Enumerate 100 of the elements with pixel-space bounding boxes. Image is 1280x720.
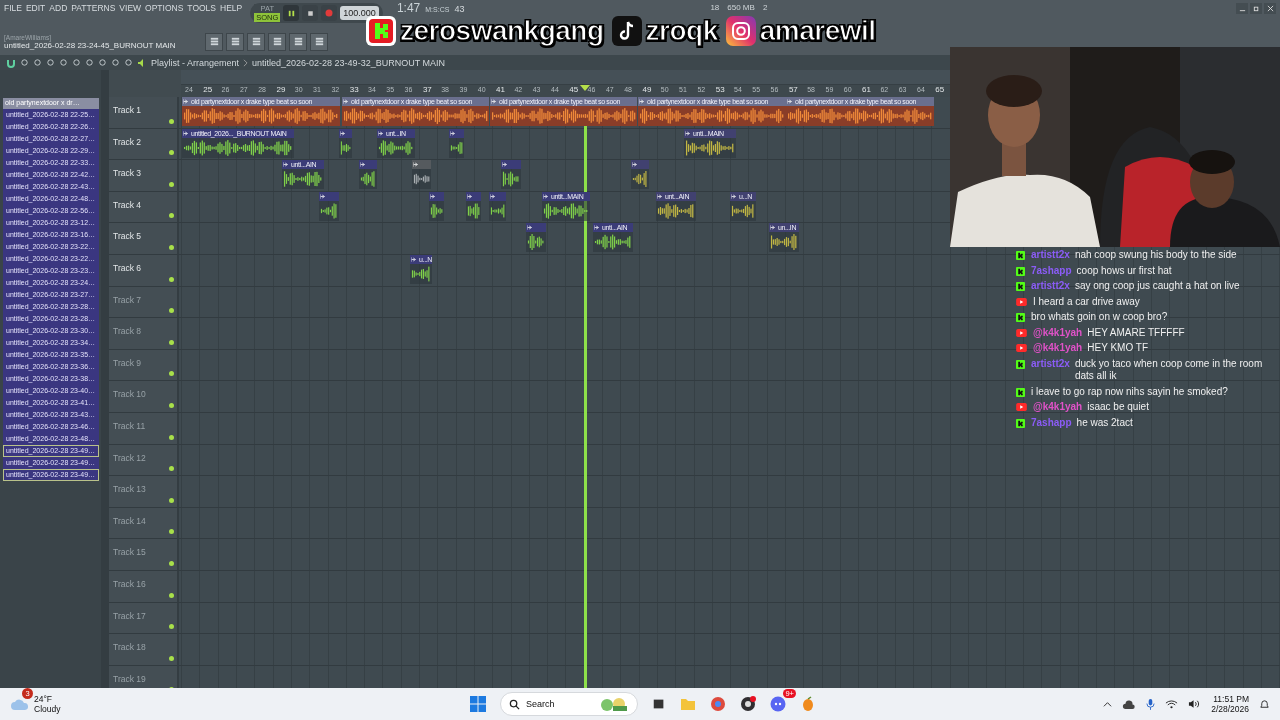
track-enable-light[interactable] (169, 276, 174, 282)
menu-item[interactable]: FILE (4, 3, 22, 13)
track-enable-light[interactable] (169, 150, 174, 156)
search-icon (509, 698, 520, 710)
audio-clip[interactable] (339, 128, 352, 158)
track-enable-light[interactable] (169, 308, 174, 314)
magnet-icon[interactable] (6, 57, 16, 68)
menu-item[interactable]: OPTIONS (145, 3, 184, 13)
restore-button[interactable] (1250, 3, 1262, 14)
scrollbar[interactable] (101, 70, 109, 688)
clip-arrow-icon (183, 99, 189, 104)
bar-number: 45 (569, 85, 579, 94)
audio-clip[interactable] (631, 160, 649, 190)
waveform-drawing (502, 171, 520, 188)
stop-button[interactable] (302, 5, 319, 21)
chevron-icon (243, 58, 249, 67)
menu-item[interactable]: EDIT (25, 3, 46, 13)
track-enable-light[interactable] (169, 371, 174, 377)
waveform-drawing (685, 139, 735, 156)
audio-clip[interactable] (449, 128, 464, 158)
close-icon (1266, 5, 1274, 12)
audio-clip[interactable] (429, 191, 444, 221)
menu-item[interactable]: PATTERNS (71, 3, 116, 13)
menu-item[interactable]: ADD (49, 3, 68, 13)
social-handle: zroqk (645, 15, 718, 47)
bell-icon[interactable] (1259, 698, 1270, 710)
project-title: untitled_2026-02-28 23-24-45_BURNOUT MAIN (4, 40, 177, 50)
track-enable-light[interactable] (169, 244, 174, 250)
toolbar-button[interactable] (268, 32, 286, 51)
toolbar-button[interactable] (226, 32, 244, 51)
audio-clip[interactable] (466, 191, 481, 221)
track-enable-light[interactable] (169, 339, 174, 345)
pause-button[interactable] (283, 5, 300, 21)
clock-time[interactable]: 11:51 PM (1213, 694, 1249, 704)
cloud-icon[interactable] (10, 697, 30, 711)
bar-number: 29 (276, 85, 286, 94)
browser-icon[interactable] (710, 696, 726, 712)
track-enable-light[interactable] (169, 434, 174, 440)
wifi-icon[interactable] (1165, 699, 1179, 709)
track-enable-light[interactable] (169, 624, 174, 630)
chevron-up-icon[interactable] (1103, 699, 1113, 709)
landscape-icon (599, 696, 629, 712)
windows-start-icon[interactable] (470, 696, 486, 712)
bars-icon (250, 36, 262, 47)
track-name[interactable]: Track 3 (113, 168, 142, 179)
track-enable-light[interactable] (169, 181, 174, 187)
toolbar-button[interactable] (289, 32, 307, 51)
track-enable-light[interactable] (169, 560, 174, 566)
menu-item[interactable]: TOOLS (187, 3, 217, 13)
track-enable-light[interactable] (169, 592, 174, 598)
time-centiseconds: 43 (454, 4, 465, 14)
audio-clip[interactable] (359, 160, 377, 190)
track-name[interactable]: Track 5 (113, 231, 142, 242)
track-enable-light[interactable] (169, 529, 174, 535)
search-field[interactable]: Search (500, 692, 638, 716)
audio-clip[interactable] (501, 160, 521, 190)
speaker-icon[interactable] (1188, 699, 1202, 709)
clip-arrow-icon (491, 99, 497, 104)
close-button[interactable] (1264, 3, 1276, 14)
tempo-field[interactable]: 100.000 (340, 6, 379, 20)
clock-date[interactable]: 2/28/2026 (1211, 704, 1249, 714)
minimize-button[interactable] (1236, 3, 1248, 14)
track-enable-light[interactable] (169, 466, 174, 472)
bar-number: 65 (935, 85, 945, 94)
toolbar-button[interactable] (205, 32, 223, 51)
track-enable-light[interactable] (169, 402, 174, 408)
menu-item[interactable]: HELP (220, 3, 243, 13)
toolbar-button[interactable] (247, 32, 265, 51)
track-enable-light[interactable] (169, 655, 174, 661)
message-text: nah coop swung his body to the side (1074, 249, 1238, 262)
track-name[interactable]: Track 4 (113, 199, 142, 210)
clip-arrow-icon (430, 193, 436, 199)
message-text: coop hows ur first hat (1076, 264, 1173, 277)
audio-clip[interactable] (319, 191, 339, 221)
cloud-icon[interactable] (1122, 698, 1137, 710)
toolbar-button[interactable] (310, 32, 328, 51)
task-view-icon[interactable] (652, 697, 666, 711)
clip-arrow-icon (787, 99, 793, 104)
clip-arrow-icon (731, 193, 737, 199)
audio-clip[interactable] (526, 223, 546, 253)
track-name[interactable]: Track 6 (113, 262, 142, 273)
audio-clip[interactable] (412, 160, 431, 190)
microphone-icon[interactable] (1146, 697, 1156, 711)
menu-item[interactable]: VIEW (119, 3, 142, 13)
track-enable-light[interactable] (169, 497, 174, 503)
track-enable-light[interactable] (169, 118, 174, 124)
kick-badge-icon (1016, 387, 1025, 397)
weather-condition: Cloudy (34, 704, 61, 714)
bar-number: 41 (496, 85, 505, 94)
clip-arrow-icon (527, 225, 533, 231)
audio-clip[interactable] (489, 191, 506, 221)
window-title: Playlist - Arrangement (151, 57, 240, 68)
track-enable-light[interactable] (169, 213, 174, 219)
track-name[interactable]: Track 2 (113, 136, 142, 147)
chat-app-icon[interactable] (770, 696, 786, 712)
clip-arrow-icon (467, 193, 473, 199)
recorder-icon[interactable] (740, 696, 756, 712)
waveform-drawing (340, 139, 351, 156)
track-name[interactable]: Track 1 (113, 105, 142, 115)
clip-arrow-icon (657, 193, 663, 199)
